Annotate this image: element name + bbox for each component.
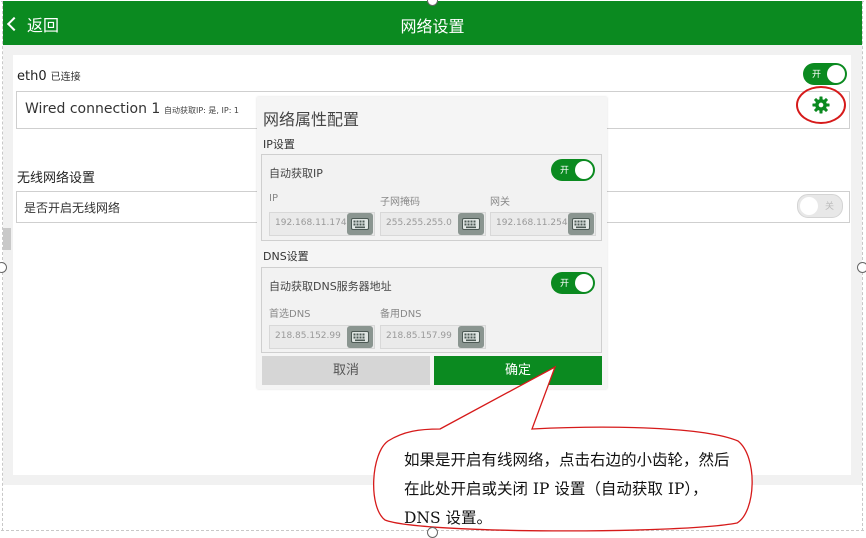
resize-handle-bottom[interactable] <box>427 527 438 538</box>
callout-text: 如果是开启有线网络，点击右边的小齿轮，然后在此处开启或关闭 IP 设置（自动获取… <box>404 451 730 527</box>
resize-handle-right[interactable] <box>857 262 866 273</box>
